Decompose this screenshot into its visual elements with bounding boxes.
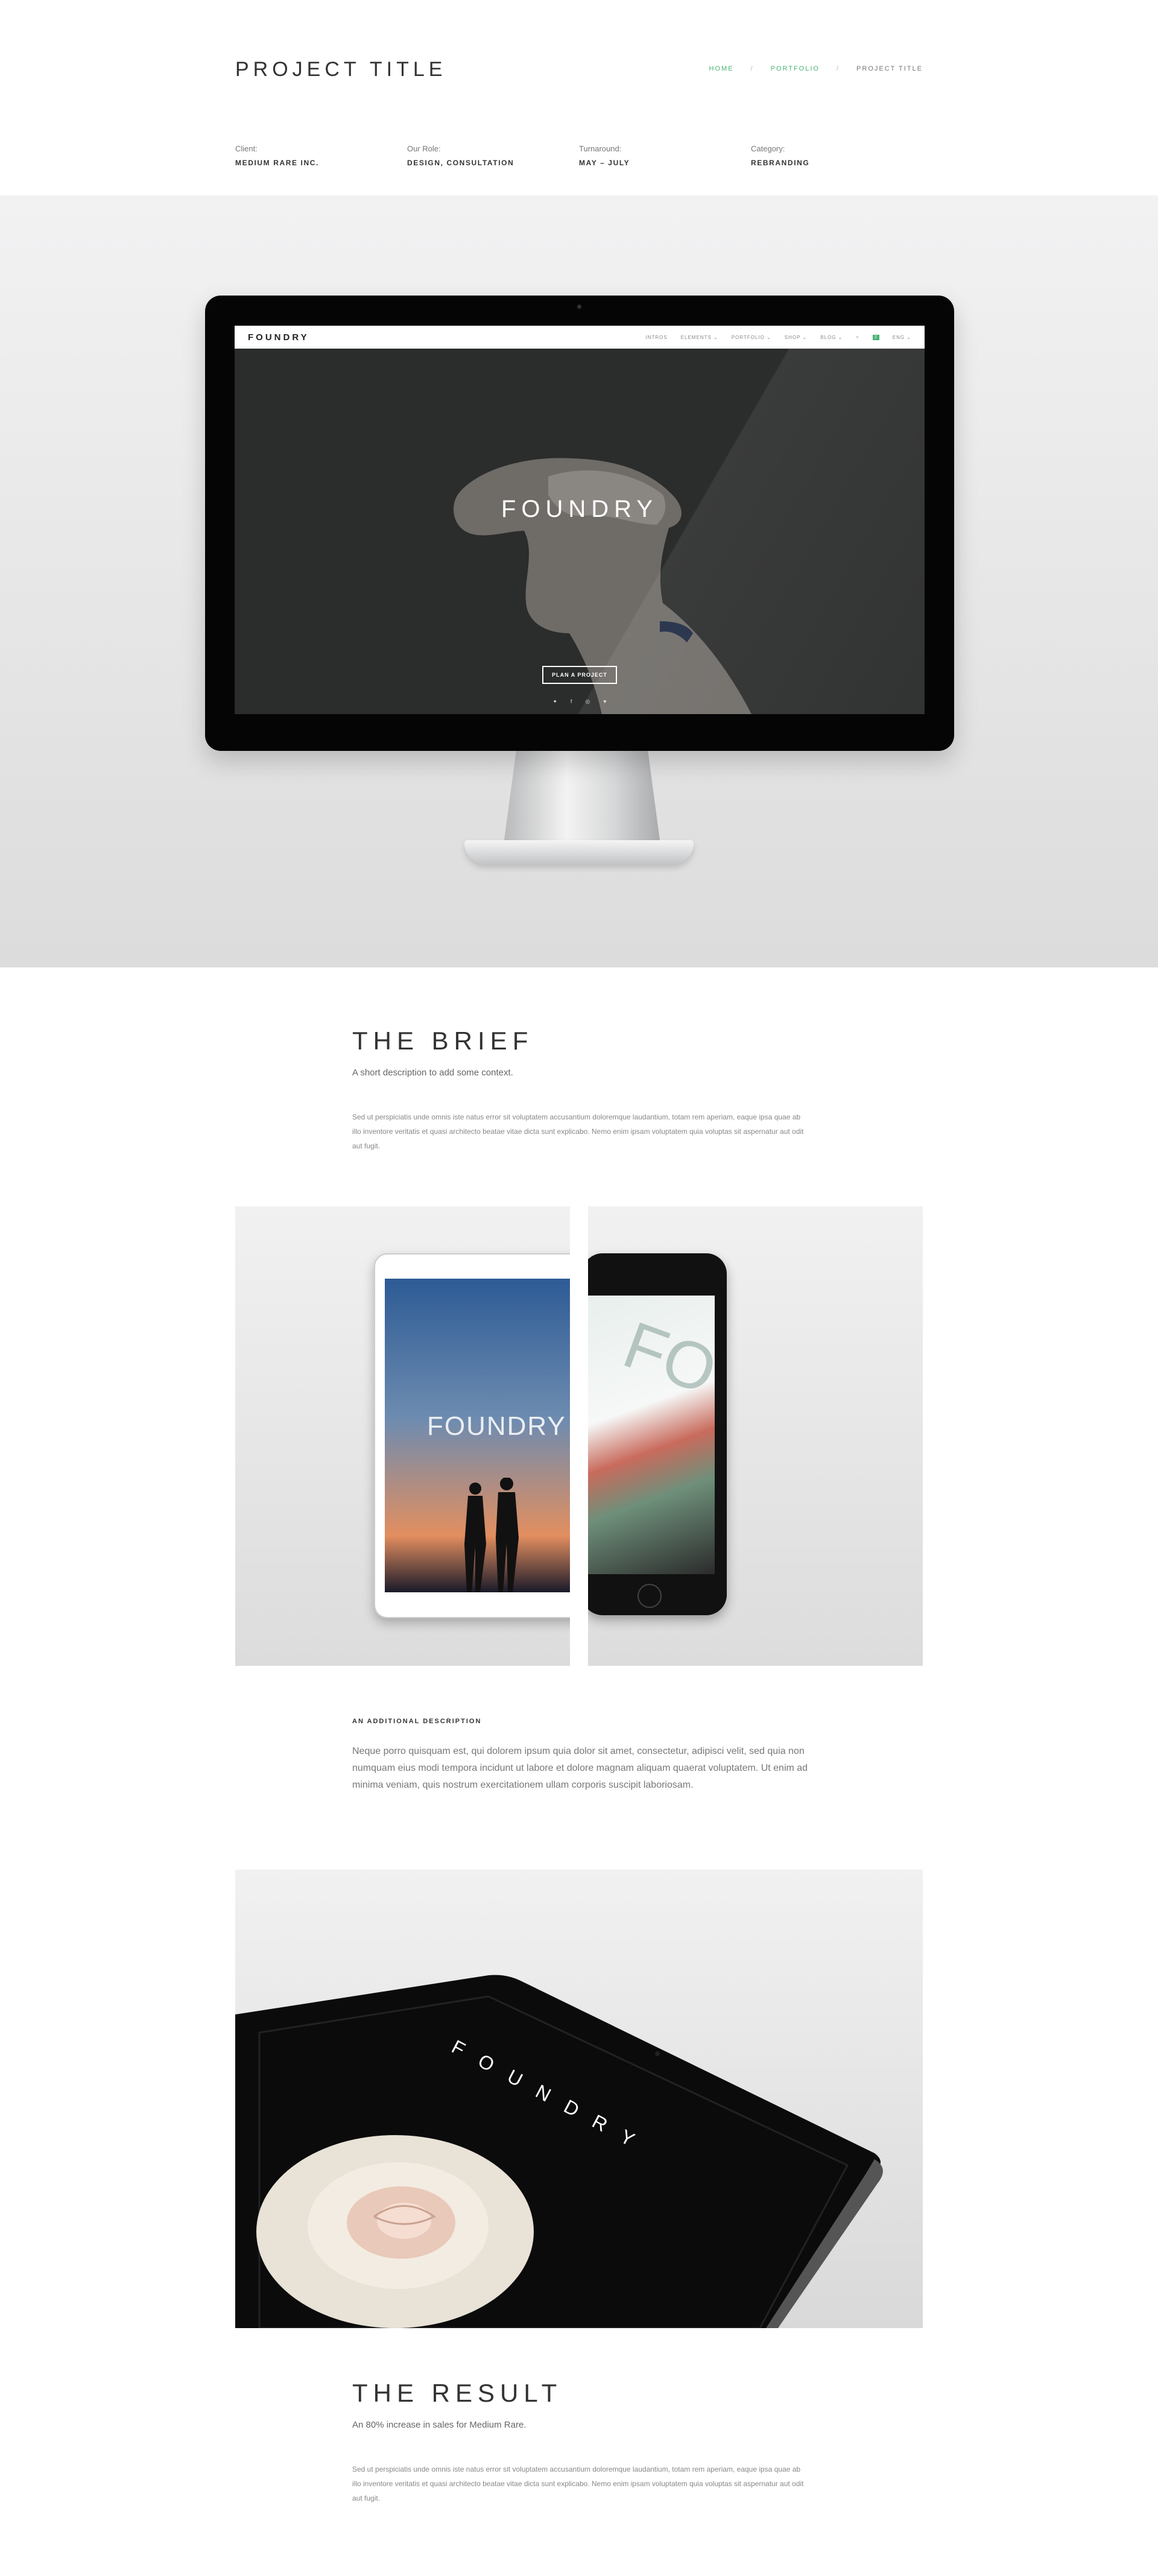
- meta-label: Client:: [235, 144, 258, 153]
- home-button-icon: [638, 1584, 662, 1608]
- tilted-tablet: [235, 1975, 883, 2328]
- tablet-showcase: FOUNDRY: [235, 1870, 923, 2328]
- additional-label: AN ADDITIONAL DESCRIPTION: [352, 1718, 482, 1725]
- meta-turnaround: Turnaround: MAY – JULY: [579, 144, 751, 167]
- cart-badge: 2: [872, 334, 879, 340]
- plan-project-button: PLAN A PROJECT: [542, 666, 617, 684]
- mockup-navbar: FOUNDRY INTROS ELEMENTS ⌄ PORTFOLIO ⌄ SH…: [235, 326, 925, 349]
- mockup-menu-item: BLOG ⌄: [820, 334, 843, 340]
- breadcrumb-current: PROJECT TITLE: [856, 65, 923, 72]
- heart-icon: ♥: [603, 698, 607, 704]
- instagram-icon: ◎: [585, 698, 590, 704]
- mockup-menu-item: ELEMENTS ⌄: [680, 334, 718, 340]
- meta-category: Category: REBRANDING: [751, 144, 923, 167]
- ipad-screen: FOUNDRY: [385, 1279, 570, 1592]
- page-title: PROJECT TITLE: [235, 58, 447, 81]
- breadcrumb: HOME / PORTFOLIO / PROJECT TITLE: [709, 65, 923, 72]
- breadcrumb-portfolio-link[interactable]: PORTFOLIO: [771, 65, 820, 72]
- breadcrumb-home-link[interactable]: HOME: [709, 65, 734, 72]
- breadcrumb-separator: /: [836, 65, 840, 72]
- meta-label: Turnaround:: [579, 144, 622, 153]
- couple-silhouette: [464, 1478, 519, 1592]
- result-heading: THE RESULT: [352, 2379, 563, 2407]
- mockup-menu: INTROS ELEMENTS ⌄ PORTFOLIO ⌄ SHOP ⌄ BLO…: [645, 334, 911, 340]
- meta-client: Client: MEDIUM RARE INC.: [235, 144, 407, 167]
- ipad-panel: FOUNDRY: [235, 1206, 570, 1666]
- camera-icon: [577, 305, 581, 309]
- project-meta: Client: MEDIUM RARE INC. Our Role: DESIG…: [235, 144, 923, 167]
- imac-stand: [504, 751, 660, 844]
- meta-value: MEDIUM RARE INC.: [235, 159, 319, 167]
- iphone-screen: FO: [588, 1296, 715, 1574]
- meta-role: Our Role: DESIGN, CONSULTATION: [407, 144, 579, 167]
- twitter-icon: ✦: [552, 698, 557, 704]
- brief-body: Sed ut perspiciatis unde omnis iste natu…: [352, 1113, 804, 1150]
- mockup-menu-item: ENG ⌄: [892, 334, 911, 340]
- imac-stand-base: [464, 840, 694, 864]
- additional-body: Neque porro quisquam est, qui dolorem ip…: [352, 1746, 808, 1790]
- mockup-logo: FOUNDRY: [248, 332, 309, 343]
- mockup-social-icons: ✦ f ◎ ♥: [235, 698, 925, 705]
- ipad-mockup: FOUNDRY: [374, 1253, 570, 1618]
- meta-value: MAY – JULY: [579, 159, 630, 167]
- mockup-menu-item: SHOP ⌄: [784, 334, 808, 340]
- breadcrumb-separator: /: [750, 65, 754, 72]
- facebook-icon: f: [570, 698, 572, 704]
- iphone-screen-text: FO: [614, 1307, 715, 1409]
- search-icon: ⌕: [856, 334, 859, 340]
- mockup-headline: FOUNDRY: [501, 496, 659, 522]
- result-lead: An 80% increase in sales for Medium Rare…: [352, 2420, 527, 2430]
- imac-screen: FOUNDRY INTROS ELEMENTS ⌄ PORTFOLIO ⌄ SH…: [235, 326, 925, 714]
- meta-value: DESIGN, CONSULTATION: [407, 159, 514, 167]
- meta-label: Our Role:: [407, 144, 441, 153]
- mockup-menu-item: INTROS: [645, 334, 668, 340]
- brief-heading: THE BRIEF: [352, 1027, 534, 1055]
- iphone-mockup: FO: [588, 1253, 727, 1615]
- ipad-screen-text: FOUNDRY: [427, 1411, 566, 1441]
- iphone-panel: FO: [588, 1206, 923, 1666]
- brief-lead: A short description to add some context.: [352, 1068, 513, 1078]
- meta-label: Category:: [751, 144, 785, 153]
- meta-value: REBRANDING: [751, 159, 810, 167]
- mockup-menu-item: PORTFOLIO ⌄: [731, 334, 771, 340]
- result-body: Sed ut perspiciatis unde omnis iste natu…: [352, 2465, 804, 2502]
